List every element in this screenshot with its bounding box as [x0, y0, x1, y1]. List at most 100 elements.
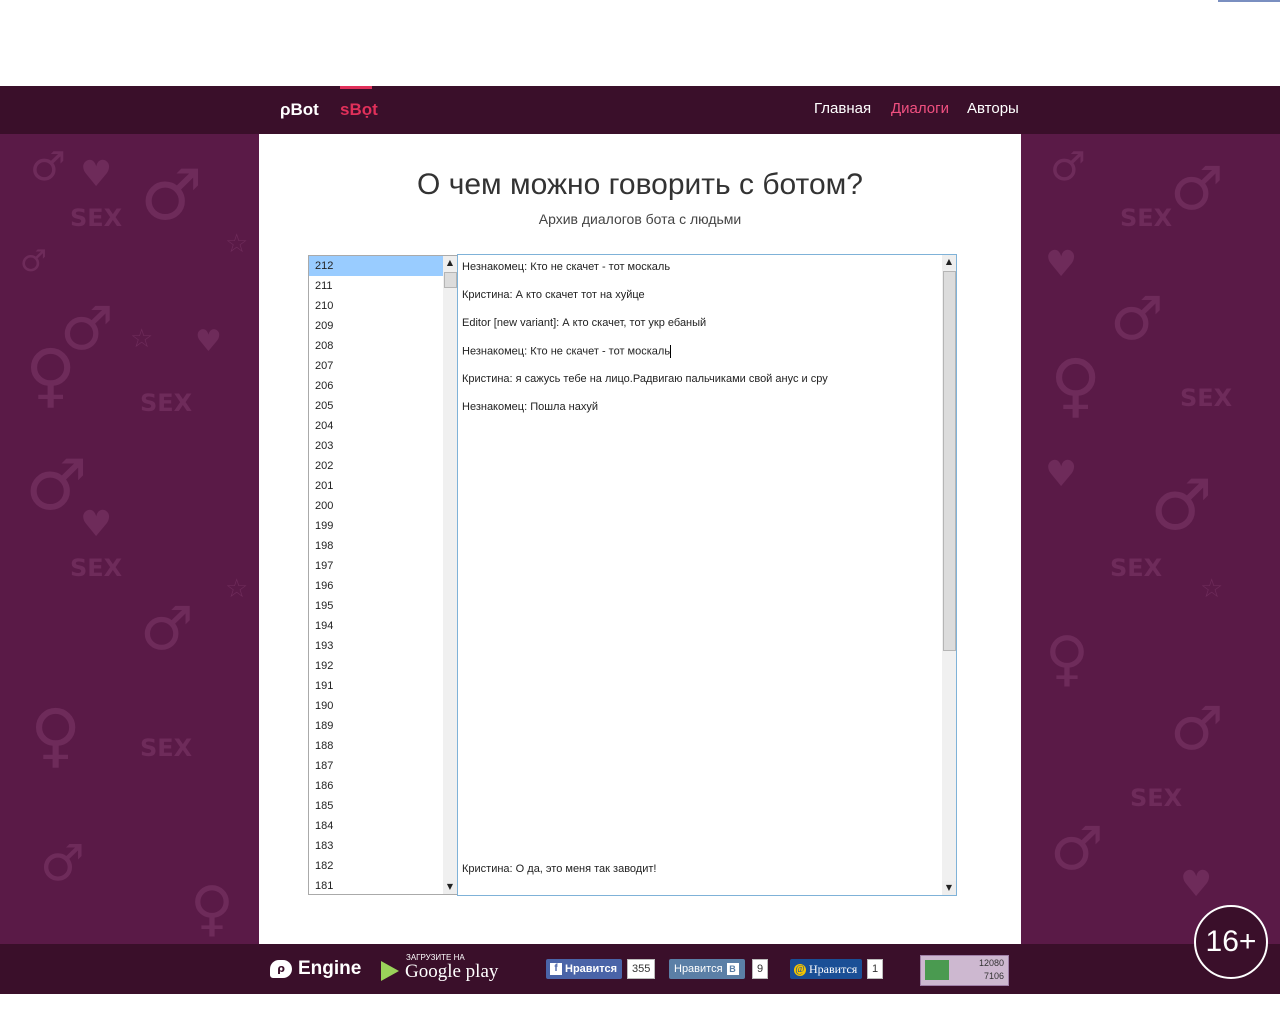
dialog-list-item[interactable]: 211	[309, 276, 443, 296]
vk-like-label: Нравится	[674, 963, 723, 975]
sex-decoration: SEX	[140, 734, 193, 762]
dialog-list-item[interactable]: 206	[309, 376, 443, 396]
dialog-list-item[interactable]: 193	[309, 636, 443, 656]
dialog-list-item[interactable]: 203	[309, 436, 443, 456]
male-symbol-icon: ♂	[1050, 814, 1104, 884]
dialog-list-item[interactable]: 191	[309, 676, 443, 696]
facebook-like-button[interactable]: f Нравится	[546, 959, 622, 979]
dialog-list-item[interactable]: 195	[309, 596, 443, 616]
scroll-thumb[interactable]	[444, 272, 457, 288]
chat-message: Editor [new variant]: А кто скачет, тот …	[462, 317, 707, 329]
vk-like-count: 9	[752, 959, 769, 979]
dialog-list-item[interactable]: 190	[309, 696, 443, 716]
female-symbol-icon: ♀	[1045, 624, 1089, 694]
dialog-list-item[interactable]: 182	[309, 856, 443, 876]
chat-message: Незнакомец: Кто не скачет - тот москаль	[462, 261, 671, 273]
dialog-listbox[interactable]: 212 211 210 209 208 207 206 205 204 203 202 201 200 1…	[308, 255, 458, 895]
dialog-list-item[interactable]: 196	[309, 576, 443, 596]
dialog-list-item[interactable]: 202	[309, 456, 443, 476]
dialog-list-item[interactable]: 205	[309, 396, 443, 416]
dialog-list-item[interactable]: 187	[309, 756, 443, 776]
female-symbol-icon: ♀	[25, 334, 77, 416]
vk-icon: B	[726, 963, 739, 976]
top-blank-area	[0, 0, 1280, 86]
dialog-list-item[interactable]: 204	[309, 416, 443, 436]
dialog-list-item[interactable]: 189	[309, 716, 443, 736]
female-symbol-icon: ♀	[30, 694, 82, 776]
male-symbol-icon: ♂	[40, 834, 85, 892]
engine-label[interactable]: Engine	[298, 958, 361, 980]
chat-message-with-caret: Незнакомец: Кто не скачет - тот москаль	[462, 345, 672, 358]
visitor-counter-widget[interactable]: 12080 7106	[920, 955, 1009, 986]
dialog-list-item[interactable]: 199	[309, 516, 443, 536]
dialog-list-item[interactable]: 210	[309, 296, 443, 316]
dialog-list-item[interactable]: 185	[309, 796, 443, 816]
scroll-track[interactable]	[443, 270, 457, 880]
dialog-list-item[interactable]: 209	[309, 316, 443, 336]
heart-icon: ♥	[1045, 244, 1078, 285]
scroll-up-arrow-icon[interactable]: ▲	[942, 255, 956, 269]
age-rating-badge: 16+	[1194, 905, 1268, 979]
scroll-down-arrow-icon[interactable]: ▼	[942, 881, 956, 895]
mail-like-label: Нравится	[809, 962, 858, 976]
nav-dialogs-link[interactable]: Диалоги	[891, 100, 949, 117]
vk-like-button[interactable]: Нравится B	[669, 959, 745, 979]
mail-like-button[interactable]: @ Нравится	[790, 959, 862, 979]
active-brand-marker	[340, 86, 372, 89]
sex-decoration: SEX	[140, 389, 193, 417]
dialog-list-item[interactable]: 197	[309, 556, 443, 576]
male-symbol-icon: ♂	[1150, 464, 1213, 546]
sex-decoration: SEX	[1120, 204, 1173, 232]
scroll-up-arrow-icon[interactable]: ▲	[443, 256, 457, 270]
brand-sbot-link[interactable]: sBọt	[340, 100, 378, 120]
dialog-list-item[interactable]: 200	[309, 496, 443, 516]
sex-decoration: SEX	[1110, 554, 1163, 582]
dialog-text-area[interactable]: Незнакомец: Кто не скачет - тот москаль …	[457, 254, 957, 896]
dialog-list-item[interactable]: 208	[309, 336, 443, 356]
dialog-list-items: 212 211 210 209 208 207 206 205 204 203 202 201 200 1…	[309, 256, 443, 894]
heart-icon: ♥	[80, 154, 113, 195]
male-symbol-icon: ♂	[140, 154, 203, 236]
dialog-list-item[interactable]: 186	[309, 776, 443, 796]
chat-message: Кристина: я сажусь тебе на лицо.Радвигаю…	[462, 373, 828, 385]
dialog-list-item[interactable]: 212	[309, 256, 443, 276]
male-symbol-icon: ♂	[1170, 154, 1224, 224]
dialog-list-item[interactable]: 184	[309, 816, 443, 836]
counter-chart-icon	[925, 960, 949, 980]
dialog-list-item[interactable]: 192	[309, 656, 443, 676]
engine-logo-icon[interactable]: ρ	[270, 960, 292, 978]
dialog-list-item[interactable]: 194	[309, 616, 443, 636]
dialog-list-item[interactable]: 188	[309, 736, 443, 756]
counter-value-2: 7106	[983, 971, 1004, 981]
sex-decoration: SEX	[70, 204, 123, 232]
nav-home-link[interactable]: Главная	[814, 100, 871, 117]
male-symbol-icon: ♂	[1050, 144, 1086, 190]
star-icon: ☆	[225, 574, 249, 604]
star-icon: ☆	[1200, 574, 1224, 604]
heart-icon: ♥	[80, 504, 113, 545]
google-play-icon[interactable]	[381, 961, 399, 981]
google-play-label[interactable]: Google play	[405, 961, 498, 983]
dialog-list-item[interactable]: 198	[309, 536, 443, 556]
main-content-panel: О чем можно говорить с ботом? Архив диал…	[259, 134, 1021, 944]
facebook-icon: f	[550, 963, 562, 976]
brand-pbot-link[interactable]: ρBot	[280, 100, 319, 120]
female-symbol-icon: ♀	[190, 874, 234, 944]
dialog-list-scrollbar[interactable]: ▲ ▼	[443, 256, 457, 894]
male-symbol-icon: ♂	[140, 594, 194, 664]
scroll-down-arrow-icon[interactable]: ▼	[443, 880, 457, 894]
scroll-track[interactable]	[942, 269, 956, 881]
mail-at-icon: @	[794, 964, 806, 977]
dialog-list-item[interactable]: 201	[309, 476, 443, 496]
page-subtitle: Архив диалогов бота с людьми	[538, 211, 742, 227]
star-icon: ☆	[225, 229, 249, 259]
scroll-thumb[interactable]	[943, 271, 956, 651]
dialog-list-item[interactable]: 207	[309, 356, 443, 376]
female-symbol-icon: ♀	[1050, 344, 1102, 426]
dialog-list-item[interactable]: 183	[309, 836, 443, 856]
bottom-blank-area	[0, 994, 1280, 1024]
dialog-list-item[interactable]: 181	[309, 876, 443, 894]
nav-authors-link[interactable]: Авторы	[967, 100, 1019, 117]
dialog-text-scrollbar[interactable]: ▲ ▼	[942, 255, 956, 895]
sex-decoration: SEX	[70, 554, 123, 582]
